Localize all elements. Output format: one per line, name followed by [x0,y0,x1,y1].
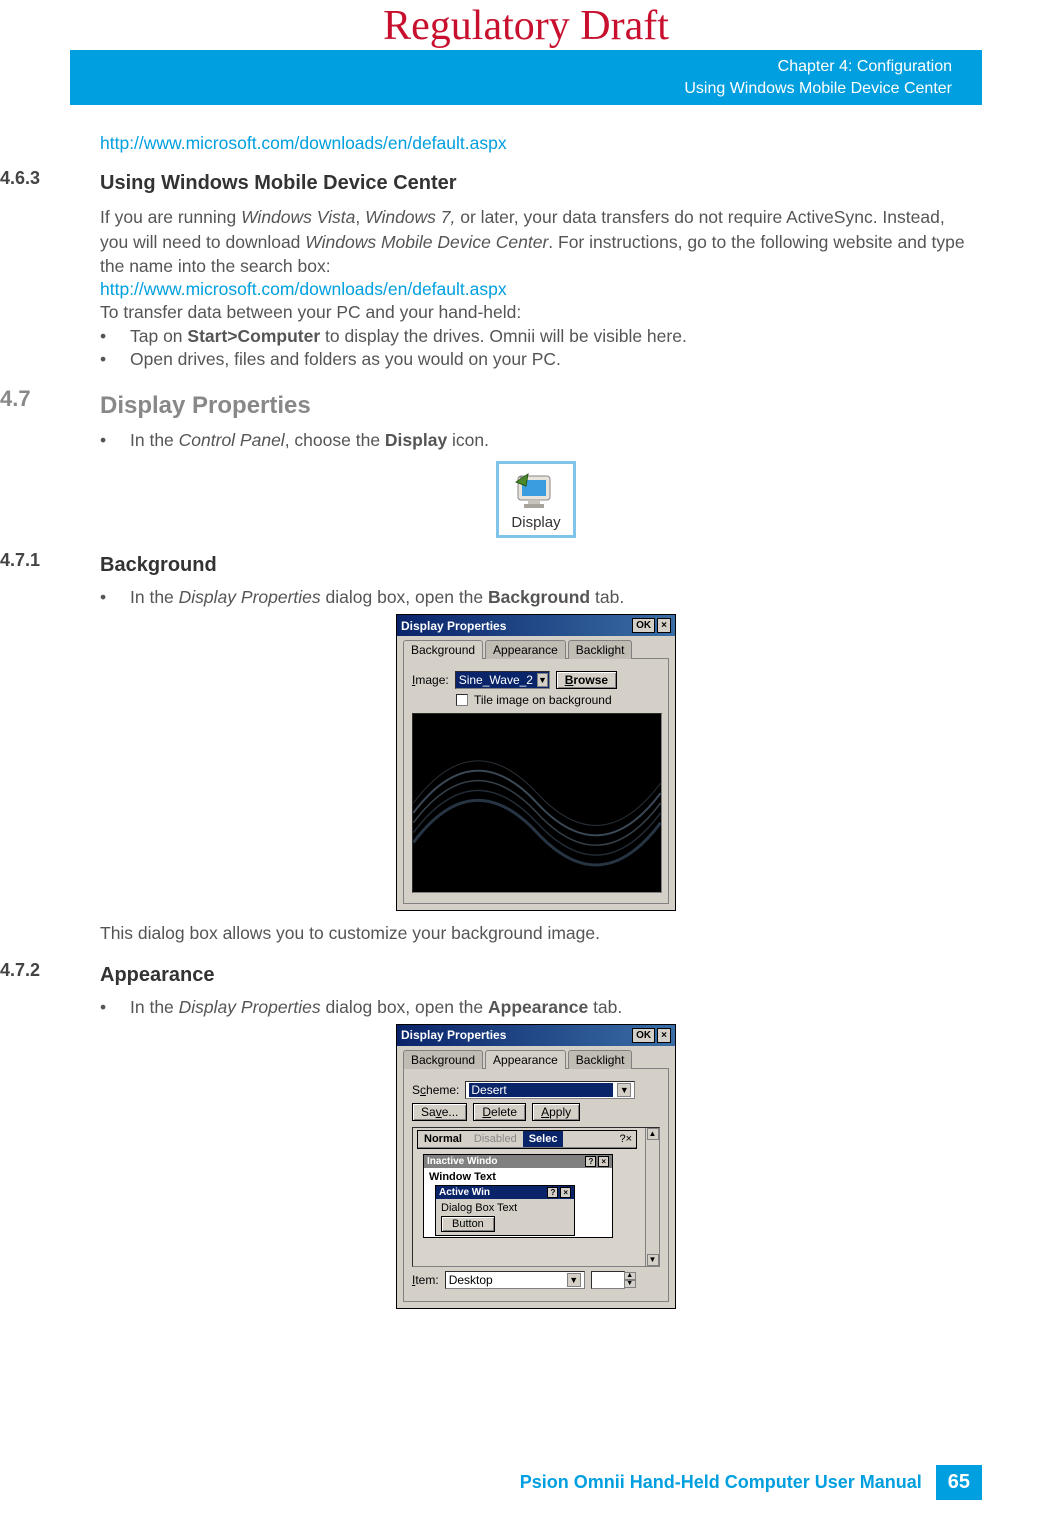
close-button[interactable]: × [657,1028,671,1043]
header-chapter: Chapter 4: Configuration [70,56,952,78]
sample-button: Button [441,1216,495,1232]
header-bar: Chapter 4: Configuration Using Windows M… [70,50,982,105]
apply-button[interactable]: Apply [532,1103,580,1121]
dialog-titlebar: Display Properties OK × [397,1025,675,1046]
ok-button[interactable]: OK [632,1028,655,1043]
item-dropdown[interactable]: Desktop ▼ [445,1271,585,1289]
bullet-471-1: • In the Display Properties dialog box, … [100,587,972,608]
header-section: Using Windows Mobile Device Center [70,78,952,100]
dialog-display-properties-background: Display Properties OK × Background Appea… [396,614,676,911]
bullet-dot-icon: • [100,349,130,370]
close-icon: × [598,1156,609,1167]
bullet-dot-icon: • [100,587,130,608]
tab-backlight[interactable]: Backlight [568,640,633,659]
ok-button[interactable]: OK [632,618,655,633]
footer: Psion Omnii Hand-Held Computer User Manu… [520,1465,982,1500]
tab-backlight[interactable]: Backlight [568,1050,633,1069]
section-number-472: 4.7.2 [0,960,40,980]
heading-472: Appearance [100,964,972,987]
close-icon: × [560,1187,571,1198]
monitor-icon [514,472,558,512]
item-label: Item: [412,1273,439,1287]
display-icon: Display [496,461,575,538]
size-input[interactable] [591,1271,625,1289]
tab-background[interactable]: Background [403,1050,483,1069]
tile-checkbox[interactable] [456,694,468,706]
heading-471: Background [100,554,972,577]
paragraph-463-1: If you are running Windows Vista, Window… [100,205,972,279]
dialog-display-properties-appearance: Display Properties OK × Background Appea… [396,1024,676,1309]
dialog-titlebar: Display Properties OK × [397,615,675,636]
preview-scrollbar[interactable]: ▲ ▼ [645,1128,659,1266]
active-window-titlebar: Active Win ?× [436,1186,574,1199]
watermark: Regulatory Draft [0,0,1052,50]
help-icon: ? [585,1156,596,1167]
bullet-dot-icon: • [100,326,130,347]
background-preview [412,713,662,893]
display-icon-label: Display [511,514,560,531]
help-icon: ? [547,1187,558,1198]
image-label: Image: [412,673,449,687]
dropdown-arrow-icon: ▼ [617,1083,631,1097]
bullet-463-1: • Tap on Start>Computer to display the d… [100,326,972,347]
dropdown-arrow-icon: ▼ [537,673,548,687]
dropdown-arrow-icon: ▼ [567,1273,581,1287]
scheme-dropdown[interactable]: Desert ▼ [465,1081,635,1099]
save-button[interactable]: Save... [412,1103,467,1121]
tile-label: Tile image on background [474,693,612,707]
bullet-472-1: • In the Display Properties dialog box, … [100,997,972,1018]
close-icon: × [626,1133,632,1145]
bullet-dot-icon: • [100,997,130,1018]
appearance-preview: Normal Disabled Selec ?× Inactive Windo [412,1127,660,1267]
heading-463: Using Windows Mobile Device Center [100,172,972,195]
heading-47: Display Properties [100,392,972,420]
delete-button[interactable]: Delete [473,1103,526,1121]
footer-page-number: 65 [936,1465,982,1500]
tab-appearance[interactable]: Appearance [485,1050,566,1069]
bullet-dot-icon: • [100,430,130,451]
paragraph-471-after: This dialog box allows you to customize … [100,921,972,946]
size-spinner[interactable]: ▲▼ [624,1272,636,1288]
section-number-463: 4.6.3 [0,168,40,188]
inactive-window-titlebar: Inactive Windo ?× [424,1155,612,1168]
image-dropdown[interactable]: Sine_Wave_2 ▼ [455,671,550,689]
browse-button[interactable]: Browse [556,671,617,689]
paragraph-463-2: To transfer data between your PC and you… [100,300,972,325]
scroll-up-icon: ▲ [647,1128,659,1140]
scroll-down-icon: ▼ [647,1254,659,1266]
close-button[interactable]: × [657,618,671,633]
bullet-463-2: • Open drives, files and folders as you … [100,349,972,370]
section-number-47: 4.7 [0,386,31,411]
link-ms-downloads-2[interactable]: http://www.microsoft.com/downloads/en/de… [100,279,507,299]
tab-background[interactable]: Background [403,640,483,659]
scheme-label: Scheme: [412,1083,459,1097]
footer-manual-title: Psion Omnii Hand-Held Computer User Manu… [520,1472,922,1493]
link-ms-downloads-1[interactable]: http://www.microsoft.com/downloads/en/de… [100,133,507,153]
tab-appearance[interactable]: Appearance [485,640,566,659]
section-number-471: 4.7.1 [0,550,40,570]
bullet-47-1: • In the Control Panel, choose the Displ… [100,430,972,451]
